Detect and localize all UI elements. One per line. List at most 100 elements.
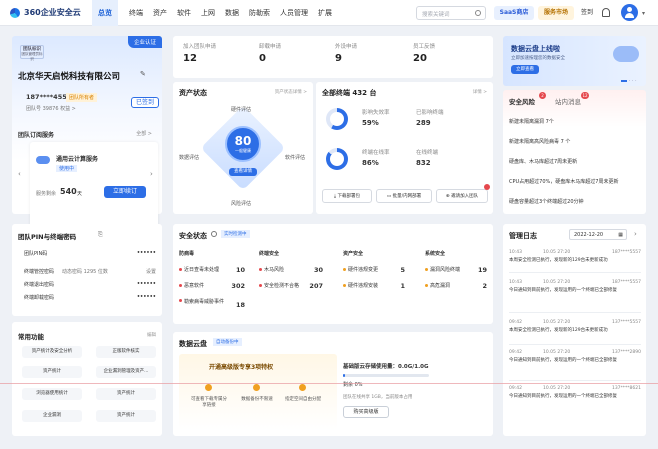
team-number[interactable]: 团队号 39876 权益 >: [26, 105, 76, 112]
nav-ransomware[interactable]: 防勒索: [244, 0, 275, 26]
service-market-button[interactable]: 服务市场: [538, 6, 574, 20]
cloud-title: 数据云盘: [179, 340, 207, 348]
nav-overview[interactable]: 总览: [92, 0, 118, 26]
nav-asset[interactable]: 资产: [148, 0, 172, 26]
banner-title: 数据云盘上线啦: [511, 45, 560, 53]
invite-team-button[interactable]: ⊕ 邀请加入团队: [436, 189, 488, 203]
edit-icon[interactable]: ✎: [140, 70, 146, 78]
nav-extend[interactable]: 扩展: [313, 0, 337, 26]
app-logo[interactable]: 360企业安全云: [10, 7, 82, 18]
pin-card: 团队PIN与终端密码 ⎘ 团队PIN码 •••••• 终端管控密码 动态密码 129…: [12, 224, 162, 316]
risk-item[interactable]: 硬盘库、木马库超过7周未更新: [509, 158, 577, 165]
function-item[interactable]: 正版软件核实: [96, 346, 156, 358]
tab-risk-badge: 2: [539, 92, 546, 99]
log-entry[interactable]: 09:42 10.05 27:20 137****2890 今日通知到目前执行，发现…: [509, 350, 641, 363]
functions-card: 常用功能 编辑 资产统计及安全分析 正版软件核实 资产统计 企业漏洞管理及资产.…: [12, 322, 162, 436]
function-item[interactable]: 浏览器使用统计: [22, 388, 82, 400]
stat-device[interactable]: 外设申请 9: [335, 42, 357, 64]
chevron-right-icon[interactable]: ›: [150, 170, 153, 178]
chevron-down-icon[interactable]: ▾: [642, 10, 645, 17]
affected-terminals[interactable]: 已影响终端 289: [416, 108, 444, 127]
pin-title: 团队PIN与终端密码: [18, 233, 77, 241]
promo-banner[interactable]: 数据云盘上线啦 立即加速按理您的数据安全 立即查看 · · ·: [503, 36, 646, 86]
sec-row[interactable]: 勒索病毒威胁事件 18: [179, 298, 245, 309]
sec-row[interactable]: 硬件违规安装 1: [343, 282, 405, 290]
usage-track: [343, 374, 429, 377]
functions-manage[interactable]: 编辑: [147, 332, 156, 338]
search-icon: [475, 10, 481, 16]
check-detail-button[interactable]: 查看详情: [229, 168, 257, 176]
nav-personnel[interactable]: 人员管理: [275, 0, 313, 26]
online-rate-ring: [326, 148, 348, 170]
link-icon[interactable]: ⎘: [98, 231, 103, 239]
signed-in-button[interactable]: 已签到: [131, 97, 159, 108]
risk-item[interactable]: 新建未隔离漏洞 7个: [509, 118, 554, 125]
set-password-link[interactable]: 设置: [146, 268, 156, 275]
tab-messages[interactable]: 站内消息: [555, 96, 581, 106]
log-entry[interactable]: 09:42 10.05 27:20 137****5557 本周安全检测已执行，发现…: [509, 320, 641, 333]
function-item[interactable]: 资产统计: [96, 410, 156, 422]
log-title: 管理日志: [509, 232, 537, 240]
calendar-icon: ▦: [618, 232, 623, 238]
chevron-left-icon[interactable]: ‹: [18, 170, 21, 178]
promo-title: 开通高级版专享3项特权: [209, 364, 274, 371]
divider: [509, 312, 641, 313]
sec-row[interactable]: 安全检测不合格 207: [259, 282, 323, 290]
log-entry[interactable]: 10:43 10.05 27:20 187****5557 今日通知到目前执行，发现…: [509, 280, 641, 293]
nav-terminal[interactable]: 终端: [124, 0, 148, 26]
nav-internet[interactable]: 上网: [196, 0, 220, 26]
sec-row[interactable]: 漏洞风险终端 19: [425, 266, 487, 274]
asset-detail-link[interactable]: 资产状态详情 >: [275, 89, 307, 95]
fail-rate-ring: [326, 108, 348, 130]
divider: [509, 344, 641, 345]
stat-feedback[interactable]: 员工反馈 20: [413, 42, 435, 64]
upgrade-button[interactable]: 购买高级版: [343, 406, 389, 418]
sec-row[interactable]: 恶意软件 302: [179, 282, 245, 290]
info-icon[interactable]: [211, 231, 217, 237]
terminals-detail-link[interactable]: 详情 >: [473, 89, 487, 95]
function-item[interactable]: 资产统计: [96, 388, 156, 400]
function-item[interactable]: 资产统计: [22, 366, 82, 378]
risk-item[interactable]: CPU占用超过70%，硬盘库木马库超过7周未更新: [509, 178, 643, 185]
log-entry[interactable]: 09:42 10.05 27:20 137****8621 今日通知到目前执行，发现…: [509, 386, 641, 399]
team-tag: 团队标识 团队管理员标识: [20, 45, 44, 61]
function-item[interactable]: 企业漏洞: [22, 410, 82, 422]
banner-button[interactable]: 立即查看: [511, 65, 539, 74]
stat-uninstall[interactable]: 卸载申请 0: [259, 42, 281, 64]
feature-icon: [205, 384, 212, 391]
cloud-card: 数据云盘 自动备份中 开通高级版专享3项特权 可查看下载专属分享链接 数据备份不…: [173, 332, 493, 436]
signin-button[interactable]: 签到: [578, 6, 596, 20]
function-item[interactable]: 企业漏洞管理及资产...: [96, 366, 156, 378]
download-package-button[interactable]: ⤓ 下载部署包: [322, 189, 372, 203]
sec-row[interactable]: 近日查毒未处理 10: [179, 266, 245, 274]
date-picker[interactable]: 2022-12-20 ▦: [569, 229, 627, 240]
function-item[interactable]: 资产统计及安全分析: [22, 346, 82, 358]
sec-row[interactable]: 高危漏洞 2: [425, 282, 487, 290]
online-terminals[interactable]: 在线终端 832: [416, 148, 438, 167]
sec-row[interactable]: 木马风险 30: [259, 266, 323, 274]
avatar[interactable]: [621, 4, 638, 21]
fail-rate: 影响失效率 59%: [362, 110, 390, 127]
search-input[interactable]: 搜索关键词: [416, 6, 486, 20]
org-name: 北京华天启悦科技有限公司: [18, 72, 121, 82]
nav-software[interactable]: 软件: [172, 0, 196, 26]
stat-join[interactable]: 加入团队申请 12: [183, 42, 216, 64]
subs-all-link[interactable]: 全部 >: [136, 130, 152, 137]
online-rate: 终端在线率 86%: [362, 150, 390, 167]
col-head: 防病毒: [179, 251, 195, 257]
backup-tag: 自动备份中: [213, 338, 242, 346]
log-entry[interactable]: 10:43 10.05 27:20 187****5557 本周安全检测已执行，发现…: [509, 250, 641, 263]
nav-data[interactable]: 数据: [220, 0, 244, 26]
chevron-right-icon[interactable]: ›: [634, 230, 637, 238]
tab-risk[interactable]: 安全风险: [509, 96, 535, 106]
bell-icon[interactable]: [602, 8, 610, 17]
carousel-dots[interactable]: · · ·: [621, 78, 645, 84]
risk-item[interactable]: 新建未隔离高风险病毒 7 个: [509, 138, 570, 145]
score-circle: 80 一般健康: [225, 126, 261, 162]
saas-store-button[interactable]: SaaS商店: [494, 6, 534, 20]
renew-button[interactable]: 立即续订: [104, 186, 146, 198]
batch-deploy-button[interactable]: ▭ 批量/内网部署: [376, 189, 432, 203]
risk-item[interactable]: 硬盘容量超过3个终端超过20分钟: [509, 198, 584, 205]
sec-row[interactable]: 硬件违规变更 5: [343, 266, 405, 274]
divider-line: [0, 383, 658, 384]
